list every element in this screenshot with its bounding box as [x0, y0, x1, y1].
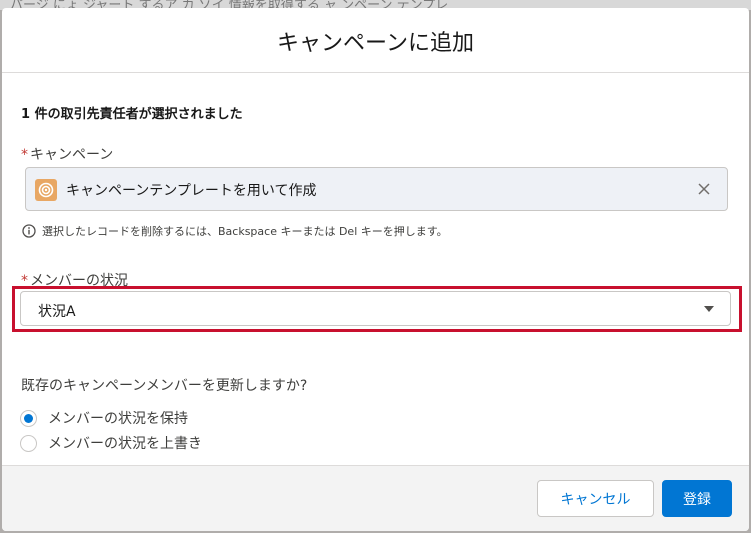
modal-body: 1 件の取引先責任者が選択されました * キャンペーン キャンペーンテンプレートを… [2, 73, 749, 465]
cancel-button[interactable]: キャンセル [537, 480, 654, 517]
modal-footer: キャンセル 登録 [2, 465, 749, 531]
radio-button[interactable] [20, 434, 37, 452]
chevron-down-icon [704, 306, 714, 312]
member-status-select[interactable]: 状況A [20, 291, 731, 326]
campaign-lookup-field[interactable]: キャンペーンテンプレートを用いて作成 [25, 167, 728, 211]
help-text: 選択したレコードを削除するには、Backspace キーまたは Del キーを押… [42, 225, 448, 238]
member-status-value: 状況A [38, 304, 76, 320]
close-icon[interactable] [695, 180, 713, 198]
radio-keep-status[interactable]: メンバーの状況を保持 [20, 408, 188, 428]
modal-header: キャンペーンに追加 [2, 8, 749, 73]
required-asterisk: * [21, 147, 28, 163]
campaign-label-text: キャンペーン [30, 147, 114, 163]
lookup-help-text: 選択したレコードを削除するには、Backspace キーまたは Del キーを押… [22, 223, 448, 239]
radio-overwrite-status[interactable]: メンバーの状況を上書き [20, 433, 202, 453]
modal-title: キャンペーンに追加 [277, 31, 474, 56]
campaign-target-icon [35, 179, 57, 201]
selected-campaign-value: キャンペーンテンプレートを用いて作成 [66, 183, 317, 199]
info-icon [22, 224, 36, 238]
selection-count-message: 1 件の取引先責任者が選択されました [21, 107, 243, 122]
radio-label: メンバーの状況を上書き [48, 436, 202, 452]
radio-button-checked[interactable] [20, 409, 37, 427]
add-to-campaign-modal: キャンペーンに追加 1 件の取引先責任者が選択されました * キャンペーン キャン… [2, 8, 749, 531]
submit-button[interactable]: 登録 [662, 480, 732, 517]
update-existing-question: 既存のキャンペーンメンバーを更新しますか? [21, 378, 308, 394]
campaign-field-label: * キャンペーン [21, 144, 113, 164]
radio-label: メンバーの状況を保持 [48, 411, 188, 427]
